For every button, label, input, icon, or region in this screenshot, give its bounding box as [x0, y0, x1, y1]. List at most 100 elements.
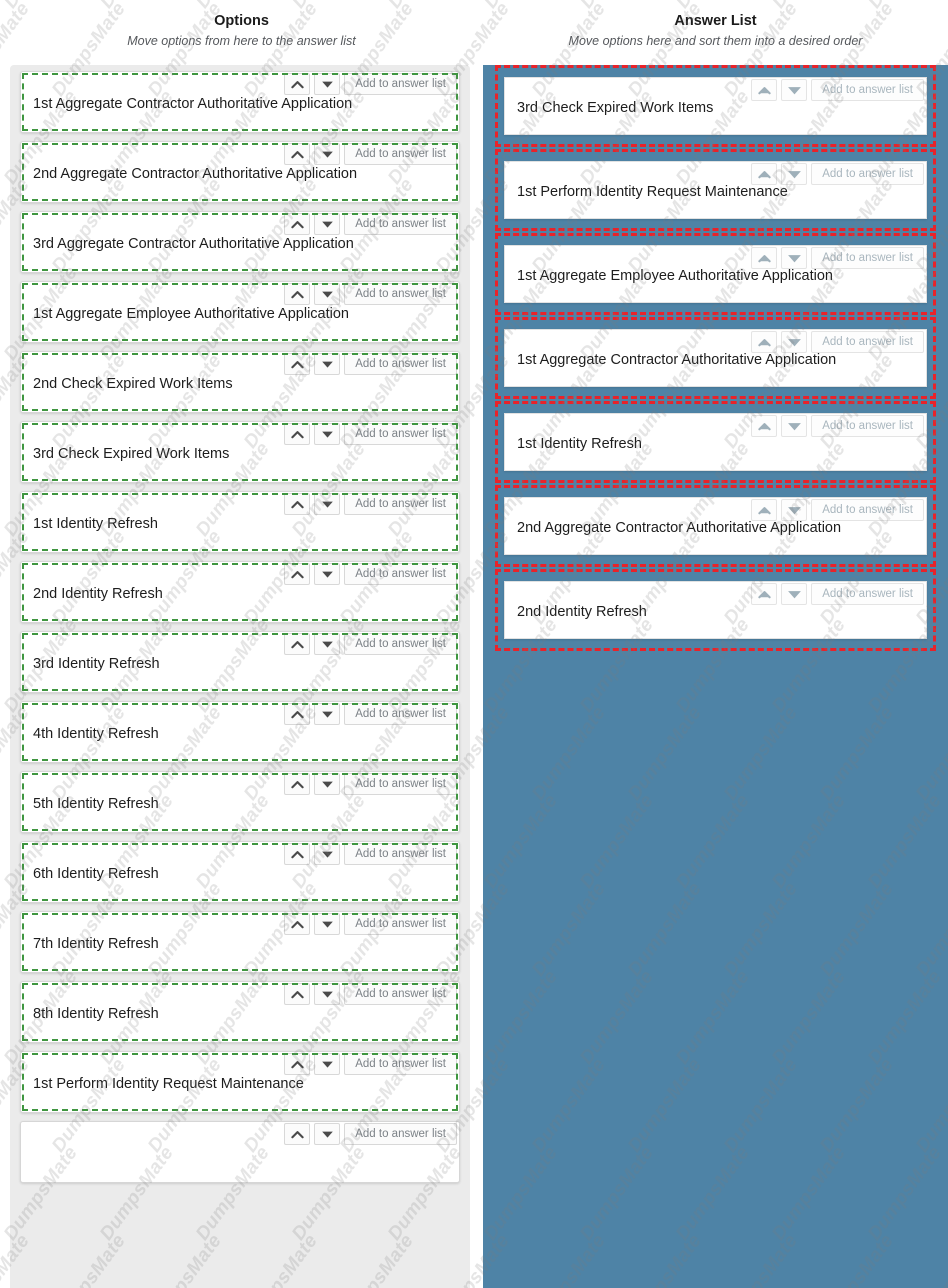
answer-row[interactable]: Add to answer list 1st Identity Refresh	[495, 401, 936, 483]
option-card[interactable]: Add to answer list 3rd Identity Refresh	[20, 631, 460, 693]
move-up-button[interactable]	[751, 499, 778, 521]
move-down-button[interactable]	[314, 73, 341, 95]
add-to-answer-list-button[interactable]: Add to answer list	[344, 143, 457, 165]
option-card[interactable]: Add to answer list 2nd Identity Refresh	[20, 561, 460, 623]
add-to-answer-list-button[interactable]: Add to answer list	[344, 1053, 457, 1075]
answer-row[interactable]: Add to answer list 1st Aggregate Employee…	[495, 233, 936, 315]
add-to-answer-list-button[interactable]: Add to answer list	[344, 983, 457, 1005]
answer-card[interactable]: Add to answer list 1st Aggregate Contract…	[504, 329, 927, 387]
add-to-answer-list-button[interactable]: Add to answer list	[344, 913, 457, 935]
move-down-button[interactable]	[781, 583, 808, 605]
option-row[interactable]: Add to answer list 1st Perform Identity R…	[20, 1051, 460, 1113]
add-to-answer-list-button[interactable]: Add to answer list	[344, 843, 457, 865]
add-to-answer-list-button[interactable]: Add to answer list	[344, 213, 457, 235]
move-down-button[interactable]	[314, 773, 341, 795]
move-down-button[interactable]	[314, 353, 341, 375]
option-row[interactable]: Add to answer list 6th Identity Refresh	[20, 841, 460, 903]
option-row[interactable]: Add to answer list	[20, 1121, 460, 1183]
option-row[interactable]: Add to answer list 4th Identity Refresh	[20, 701, 460, 763]
answer-card[interactable]: Add to answer list 1st Perform Identity R…	[504, 161, 927, 219]
move-down-button[interactable]	[781, 247, 808, 269]
answer-card[interactable]: Add to answer list 1st Aggregate Employee…	[504, 245, 927, 303]
add-to-answer-list-button[interactable]: Add to answer list	[811, 163, 924, 185]
answer-list-panel[interactable]: Add to answer list 3rd Check Expired Work…	[483, 65, 948, 1288]
move-up-button[interactable]	[284, 983, 311, 1005]
add-to-answer-list-button[interactable]: Add to answer list	[811, 499, 924, 521]
option-row[interactable]: Add to answer list 1st Aggregate Contract…	[20, 71, 460, 133]
option-card[interactable]: Add to answer list 3rd Aggregate Contract…	[20, 211, 460, 273]
add-to-answer-list-button[interactable]: Add to answer list	[344, 703, 457, 725]
add-to-answer-list-button[interactable]: Add to answer list	[811, 247, 924, 269]
move-up-button[interactable]	[284, 283, 311, 305]
move-up-button[interactable]	[751, 163, 778, 185]
move-down-button[interactable]	[314, 983, 341, 1005]
answer-card[interactable]: Add to answer list 1st Identity Refresh	[504, 413, 927, 471]
move-up-button[interactable]	[284, 913, 311, 935]
move-down-button[interactable]	[314, 1123, 341, 1145]
answer-row[interactable]: Add to answer list 1st Aggregate Contract…	[495, 317, 936, 399]
move-up-button[interactable]	[751, 247, 778, 269]
move-up-button[interactable]	[751, 331, 778, 353]
add-to-answer-list-button[interactable]: Add to answer list	[344, 283, 457, 305]
option-card[interactable]: Add to answer list 3rd Check Expired Work…	[20, 421, 460, 483]
option-card[interactable]: Add to answer list 1st Aggregate Contract…	[20, 71, 460, 133]
add-to-answer-list-button[interactable]: Add to answer list	[344, 493, 457, 515]
option-row[interactable]: Add to answer list 2nd Aggregate Contract…	[20, 141, 460, 203]
move-up-button[interactable]	[284, 1123, 311, 1145]
option-card[interactable]: Add to answer list 1st Aggregate Employee…	[20, 281, 460, 343]
option-row[interactable]: Add to answer list 5th Identity Refresh	[20, 771, 460, 833]
add-to-answer-list-button[interactable]: Add to answer list	[344, 633, 457, 655]
option-row[interactable]: Add to answer list 3rd Check Expired Work…	[20, 421, 460, 483]
move-down-button[interactable]	[314, 143, 341, 165]
option-card[interactable]: Add to answer list 5th Identity Refresh	[20, 771, 460, 833]
move-up-button[interactable]	[284, 353, 311, 375]
option-row[interactable]: Add to answer list 8th Identity Refresh	[20, 981, 460, 1043]
move-down-button[interactable]	[781, 499, 808, 521]
option-row[interactable]: Add to answer list 1st Identity Refresh	[20, 491, 460, 553]
add-to-answer-list-button[interactable]: Add to answer list	[344, 423, 457, 445]
answer-row[interactable]: Add to answer list 2nd Aggregate Contract…	[495, 485, 936, 567]
move-down-button[interactable]	[781, 163, 808, 185]
option-card[interactable]: Add to answer list 1st Perform Identity R…	[20, 1051, 460, 1113]
move-up-button[interactable]	[751, 583, 778, 605]
option-card[interactable]: Add to answer list 1st Identity Refresh	[20, 491, 460, 553]
answer-card[interactable]: Add to answer list 3rd Check Expired Work…	[504, 77, 927, 135]
add-to-answer-list-button[interactable]: Add to answer list	[811, 331, 924, 353]
add-to-answer-list-button[interactable]: Add to answer list	[344, 353, 457, 375]
move-down-button[interactable]	[314, 283, 341, 305]
add-to-answer-list-button[interactable]: Add to answer list	[344, 73, 457, 95]
move-down-button[interactable]	[314, 633, 341, 655]
answer-row[interactable]: Add to answer list 3rd Check Expired Work…	[495, 65, 936, 147]
option-row[interactable]: Add to answer list 3rd Identity Refresh	[20, 631, 460, 693]
option-row[interactable]: Add to answer list 3rd Aggregate Contract…	[20, 211, 460, 273]
option-row[interactable]: Add to answer list 2nd Identity Refresh	[20, 561, 460, 623]
move-down-button[interactable]	[314, 563, 341, 585]
option-row[interactable]: Add to answer list 1st Aggregate Employee…	[20, 281, 460, 343]
move-up-button[interactable]	[284, 703, 311, 725]
move-up-button[interactable]	[284, 493, 311, 515]
option-card[interactable]: Add to answer list 8th Identity Refresh	[20, 981, 460, 1043]
add-to-answer-list-button[interactable]: Add to answer list	[811, 79, 924, 101]
answer-row[interactable]: Add to answer list 2nd Identity Refresh	[495, 569, 936, 651]
add-to-answer-list-button[interactable]: Add to answer list	[344, 1123, 457, 1145]
option-card[interactable]: Add to answer list	[20, 1121, 460, 1183]
move-down-button[interactable]	[314, 213, 341, 235]
option-row[interactable]: Add to answer list 7th Identity Refresh	[20, 911, 460, 973]
move-up-button[interactable]	[751, 79, 778, 101]
add-to-answer-list-button[interactable]: Add to answer list	[811, 415, 924, 437]
option-card[interactable]: Add to answer list 7th Identity Refresh	[20, 911, 460, 973]
move-up-button[interactable]	[284, 213, 311, 235]
move-down-button[interactable]	[314, 703, 341, 725]
move-down-button[interactable]	[314, 913, 341, 935]
move-up-button[interactable]	[284, 423, 311, 445]
option-row[interactable]: Add to answer list 2nd Check Expired Work…	[20, 351, 460, 413]
option-card[interactable]: Add to answer list 6th Identity Refresh	[20, 841, 460, 903]
move-down-button[interactable]	[314, 423, 341, 445]
move-up-button[interactable]	[751, 415, 778, 437]
add-to-answer-list-button[interactable]: Add to answer list	[344, 563, 457, 585]
move-up-button[interactable]	[284, 773, 311, 795]
move-down-button[interactable]	[314, 1053, 341, 1075]
answer-card[interactable]: Add to answer list 2nd Aggregate Contract…	[504, 497, 927, 555]
move-up-button[interactable]	[284, 143, 311, 165]
option-card[interactable]: Add to answer list 4th Identity Refresh	[20, 701, 460, 763]
